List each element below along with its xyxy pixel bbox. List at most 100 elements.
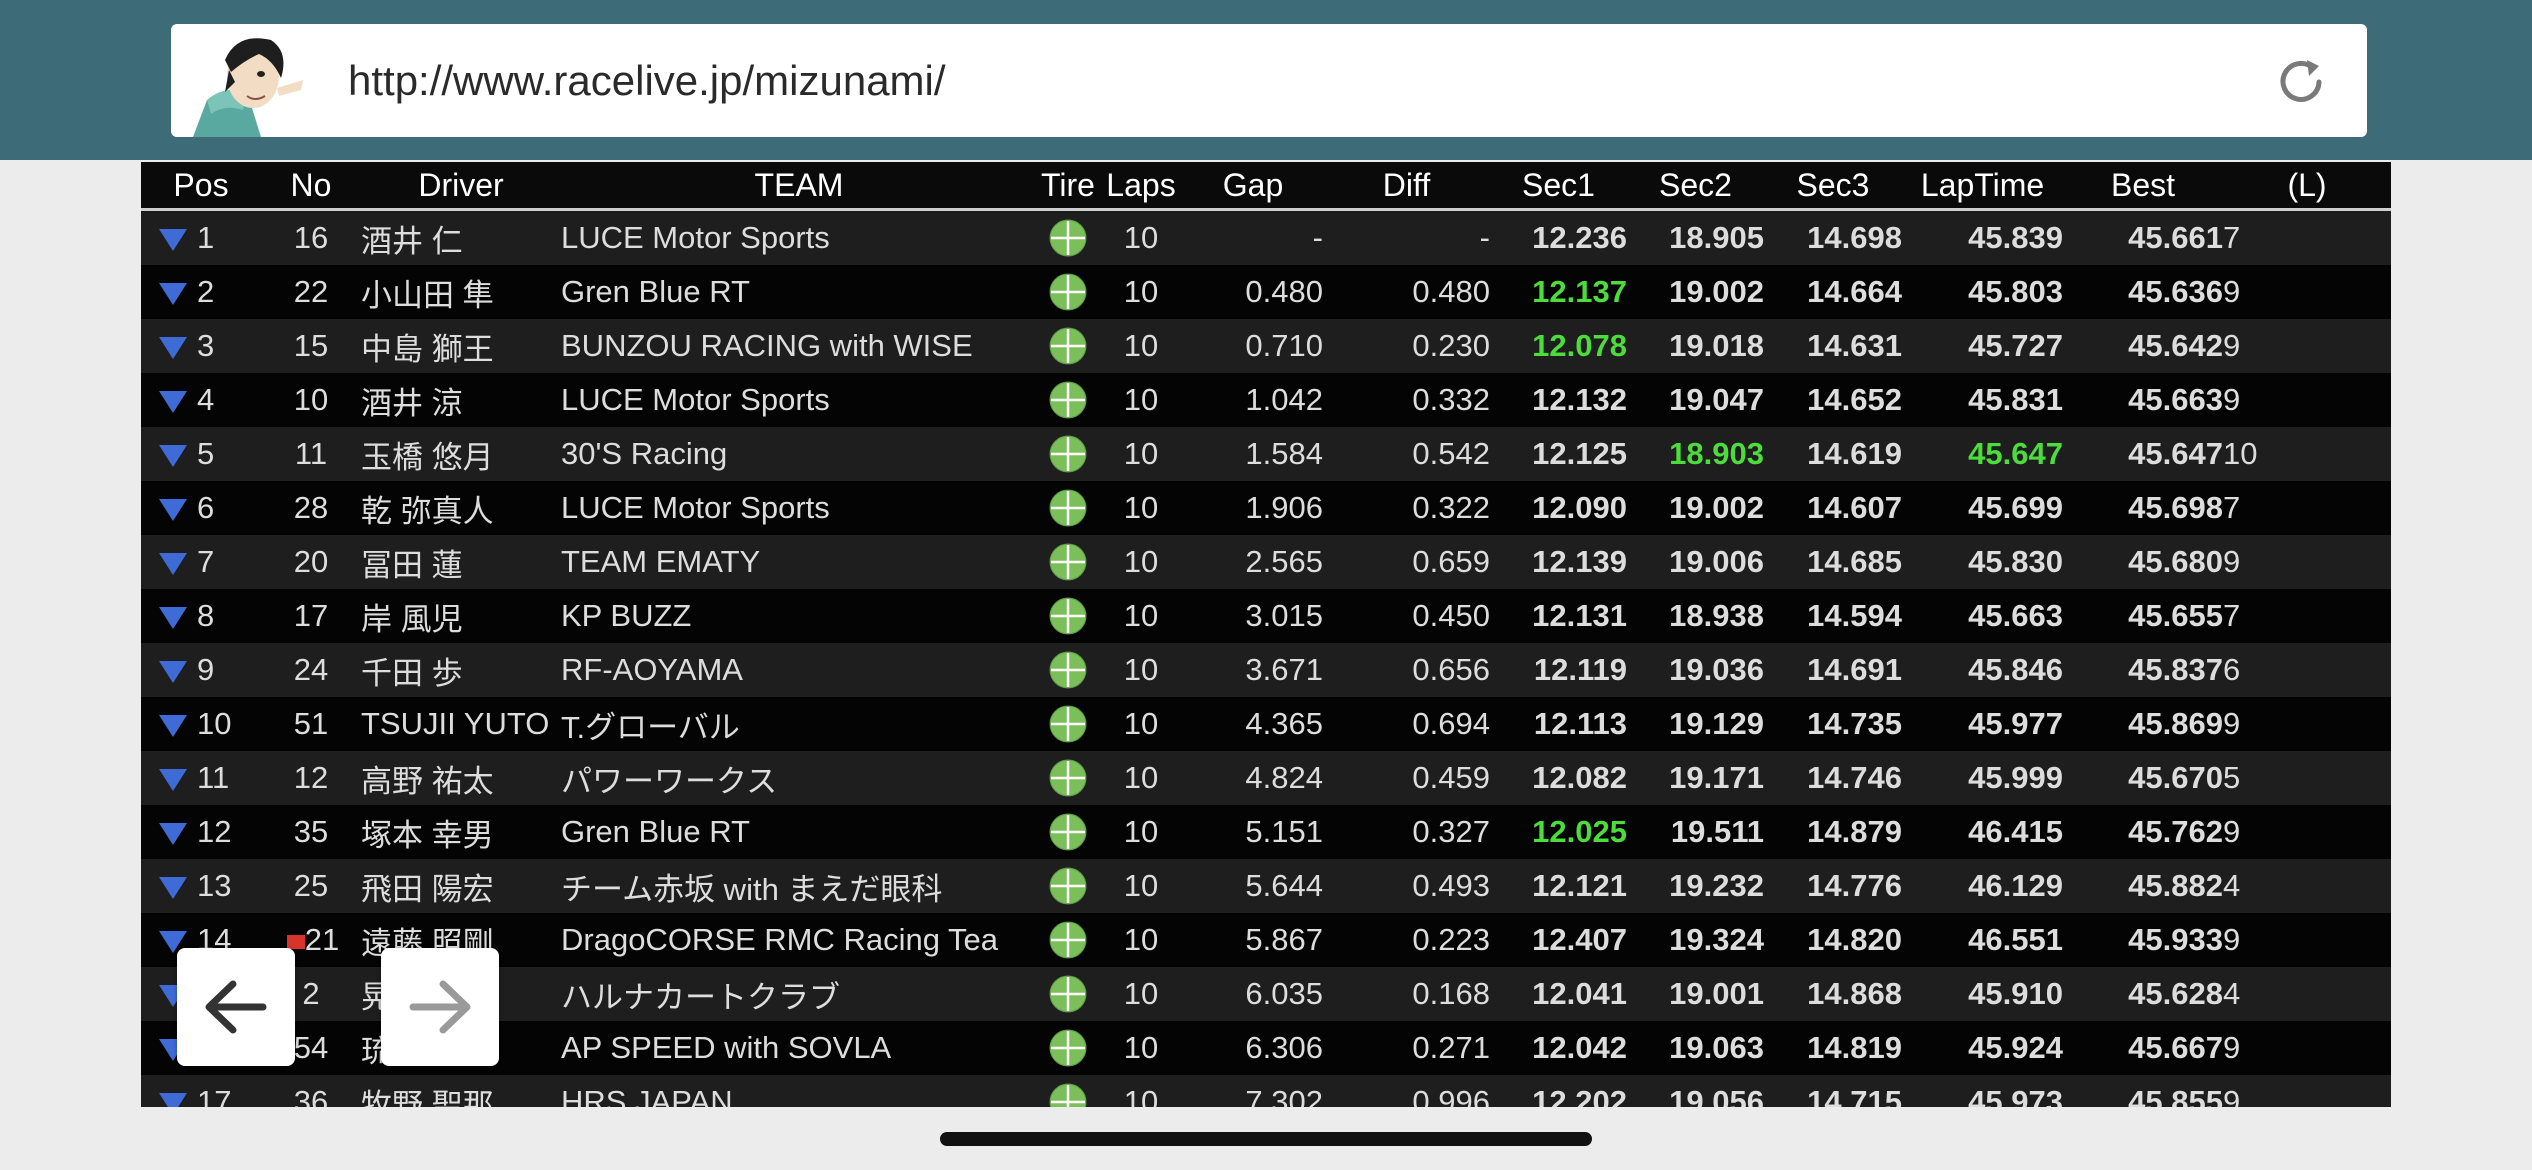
position-marker-icon [159,876,187,899]
gap-cell: - [1183,209,1323,265]
sec3-cell: 14.715 [1764,1075,1902,1107]
laptime-cell: 46.415 [1902,805,2063,859]
sec2-cell: 18.938 [1627,589,1764,643]
column-header-diff[interactable]: Diff [1323,162,1490,211]
table-row[interactable]: 5 11 玉橋 悠月 30'S Racing 10 1.584 0.542 12.125 18.… [141,427,2391,481]
laptime-cell: 45.973 [1902,1075,2063,1107]
tire-cell [1037,535,1099,589]
table-row[interactable]: 10 51 TSUJII YUTO T.グローバル 10 4.365 0.694 12.113… [141,697,2391,751]
reload-icon[interactable] [2273,54,2329,110]
team-cell: BUNZOU RACING with WISE [561,319,1037,373]
table-row[interactable]: 4 10 酒井 涼 LUCE Motor Sports 10 1.042 0.332 12.1… [141,373,2391,427]
column-header-no[interactable]: No [261,162,361,211]
tire-icon [1049,705,1087,743]
tire-icon [1049,651,1087,689]
diff-cell: 0.996 [1323,1075,1490,1107]
laptime-cell: 46.551 [1902,913,2063,967]
sec1-cell: 12.407 [1490,913,1627,967]
position-marker-icon [159,444,187,467]
driver-cell: 岸 風児 [361,589,561,643]
best-lap-number-cell: 9 [2223,805,2391,859]
tire-icon [1049,759,1087,797]
forward-button[interactable] [381,948,499,1066]
arrow-right-icon [409,980,471,1034]
penalty-flag-icon [286,934,305,949]
best-cell: 45.680 [2063,535,2223,589]
pos-cell: 11 [141,751,261,805]
position-marker-icon [159,282,187,305]
tire-icon [1049,219,1087,257]
sec3-cell: 14.820 [1764,913,1902,967]
gap-cell: 0.480 [1183,265,1323,319]
table-row[interactable]: 17 36 牧野 聖那 HRS JAPAN 10 7.302 0.996 12.202 19.0… [141,1075,2391,1107]
address-bar[interactable]: http://www.racelive.jp/mizunami/ [171,24,2367,137]
column-header-sec1[interactable]: Sec1 [1490,162,1627,211]
tire-cell [1037,373,1099,427]
team-cell: KP BUZZ [561,589,1037,643]
team-cell: RF-AOYAMA [561,643,1037,697]
table-row[interactable]: 8 17 岸 風児 KP BUZZ 10 3.015 0.450 12.131 18.938 14… [141,589,2391,643]
column-header-sec3[interactable]: Sec3 [1764,162,1902,211]
pos-value: 13 [197,868,232,903]
column-header-l[interactable]: (L) [2223,162,2391,211]
table-row[interactable]: 9 24 千田 歩 RF-AOYAMA 10 3.671 0.656 12.119 19.036… [141,643,2391,697]
team-cell: Gren Blue RT [561,265,1037,319]
car-number-cell: 51 [261,697,361,751]
pos-cell: 6 [141,481,261,535]
sec3-cell: 14.746 [1764,751,1902,805]
column-header-gap[interactable]: Gap [1183,162,1323,211]
driver-cell: 乾 弥真人 [361,481,561,535]
best-lap-number-cell: 4 [2223,859,2391,913]
pos-cell: 8 [141,589,261,643]
gap-cell: 3.671 [1183,643,1323,697]
gap-cell: 5.151 [1183,805,1323,859]
sec3-cell: 14.607 [1764,481,1902,535]
driver-cell: 飛田 陽宏 [361,859,561,913]
column-header-pos[interactable]: Pos [141,162,261,211]
diff-cell: 0.694 [1323,697,1490,751]
sec2-cell: 19.056 [1627,1075,1764,1107]
best-cell: 45.882 [2063,859,2223,913]
column-header-team[interactable]: TEAM [561,162,1037,211]
laps-cell: 10 [1099,967,1183,1021]
back-button[interactable] [177,948,295,1066]
sec2-cell: 19.002 [1627,265,1764,319]
car-number-cell: 10 [261,373,361,427]
sec1-cell: 12.042 [1490,1021,1627,1075]
column-header-laps[interactable]: Laps [1099,162,1183,211]
table-row[interactable]: 2 22 小山田 隼 Gren Blue RT 10 0.480 0.480 12.137 19… [141,265,2391,319]
best-cell: 45.933 [2063,913,2223,967]
tire-icon [1049,921,1087,959]
table-row[interactable]: 12 35 塚本 幸男 Gren Blue RT 10 5.151 0.327 12.025 1… [141,805,2391,859]
pos-value: 5 [197,436,215,471]
laps-cell: 10 [1099,1075,1183,1107]
table-row[interactable]: 1 16 酒井 仁 LUCE Motor Sports 10- -12.236 18.905… [141,209,2391,265]
table-row[interactable]: 11 12 高野 祐太 パワーワークス 10 4.824 0.459 12.082 19.171… [141,751,2391,805]
column-header-tire[interactable]: Tire [1037,162,1099,211]
diff-cell: 0.327 [1323,805,1490,859]
driver-cell: 酒井 仁 [361,209,561,265]
column-header-best[interactable]: Best [2063,162,2223,211]
sec1-cell: 12.139 [1490,535,1627,589]
team-cell: チーム赤坂 with まえだ眼科 [561,859,1037,913]
pos-value: 8 [197,598,215,633]
driver-cell: 冨田 蓮 [361,535,561,589]
team-cell: AP SPEED with SOVLA [561,1021,1037,1075]
best-cell: 45.647 [2063,427,2223,481]
laps-cell: 10 [1099,1021,1183,1075]
best-lap-number-cell: 5 [2223,751,2391,805]
column-header-driver[interactable]: Driver [361,162,561,211]
car-number-cell: 28 [261,481,361,535]
column-header-sec2[interactable]: Sec2 [1627,162,1764,211]
column-header-laptime[interactable]: LapTime [1902,162,2063,211]
table-row[interactable]: 7 20 冨田 蓮 TEAM EMATY 10 2.565 0.659 12.139 19.00… [141,535,2391,589]
table-row[interactable]: 6 28 乾 弥真人 LUCE Motor Sports 10 1.906 0.322 12.… [141,481,2391,535]
table-row[interactable]: 13 25 飛田 陽宏 チーム赤坂 with まえだ眼科 10 5.644 0.493 12.… [141,859,2391,913]
tire-cell [1037,859,1099,913]
table-row[interactable]: 3 15 中島 獅王 BUNZOU RACING with WISE 10 0.710 0.… [141,319,2391,373]
pos-cell: 3 [141,319,261,373]
tire-icon [1049,327,1087,365]
sec1-cell: 12.125 [1490,427,1627,481]
diff-cell: 0.230 [1323,319,1490,373]
diff-cell: 0.659 [1323,535,1490,589]
